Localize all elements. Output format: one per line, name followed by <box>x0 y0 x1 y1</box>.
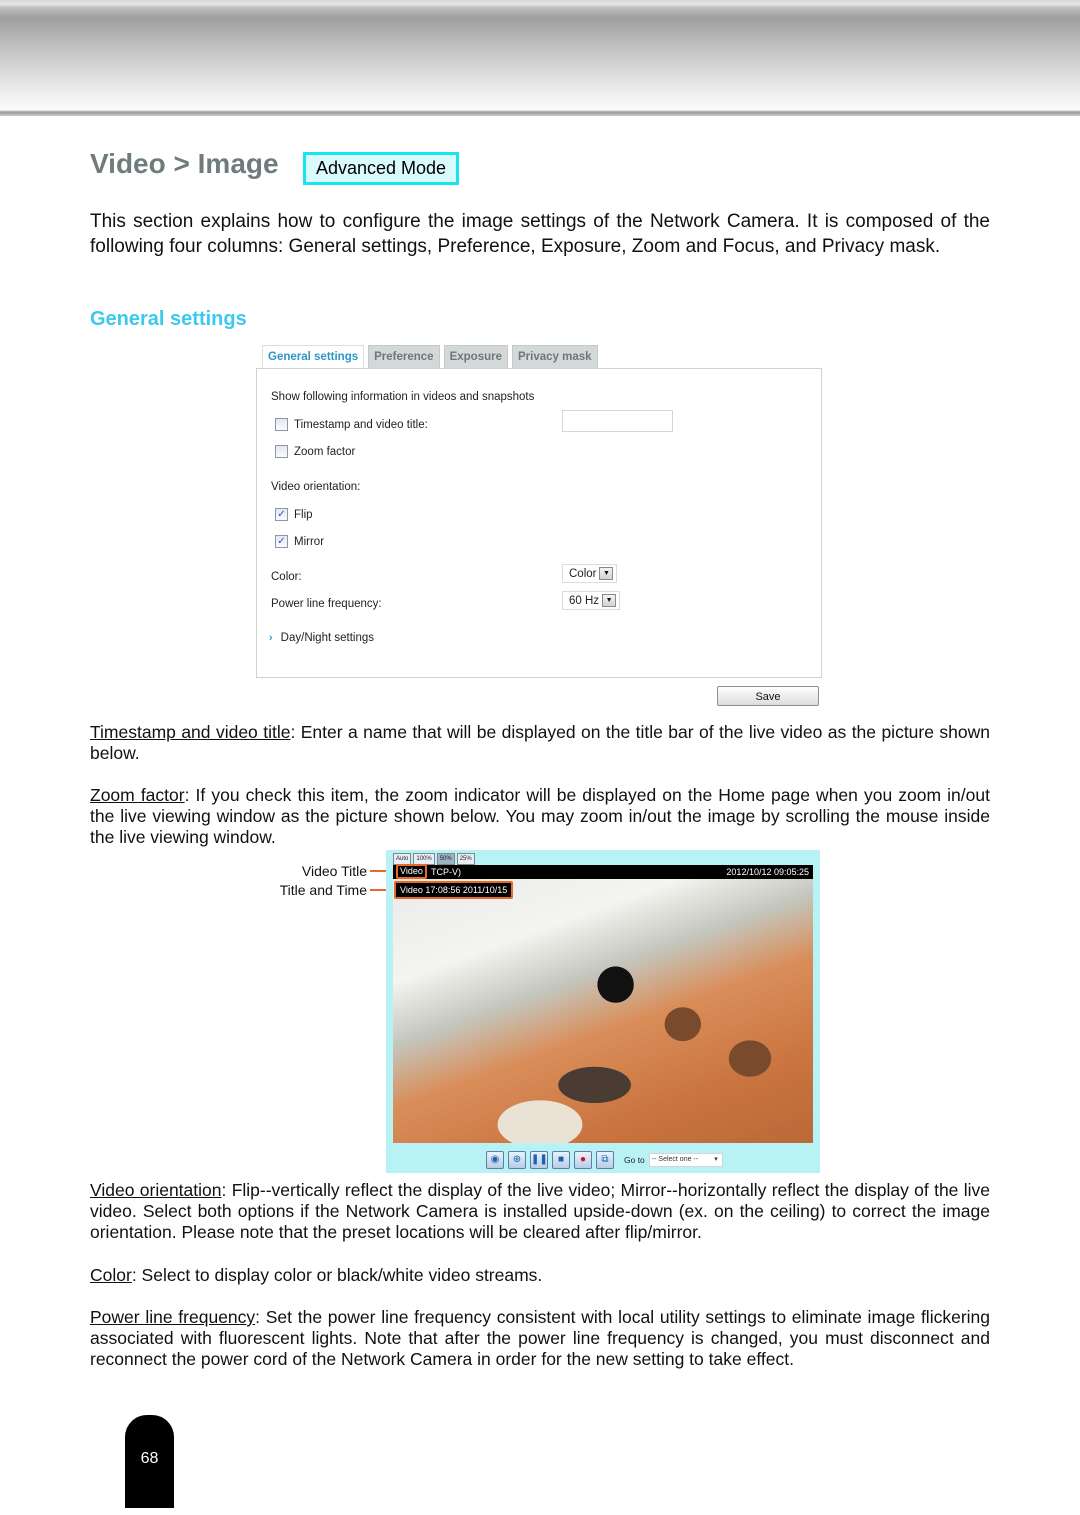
goto-label: Go to <box>624 1155 645 1165</box>
color-select[interactable]: Color ▼ <box>562 564 618 583</box>
stop-icon[interactable]: ■ <box>552 1151 570 1169</box>
tab-exposure[interactable]: Exposure <box>443 345 509 368</box>
video-title-bar: Video TCP-V) 2012/10/12 09:05:25 <box>393 864 813 879</box>
powerline-description: Power line frequency: Set the power line… <box>90 1307 990 1369</box>
general-settings-panel: Show following information in videos and… <box>256 368 822 678</box>
orientation-label: Video orientation: <box>271 481 361 493</box>
orientation-description: Video orientation: Flip--vertically refl… <box>90 1180 990 1242</box>
zoom-25-button[interactable]: 25% <box>456 853 475 865</box>
powerline-label: Power line frequency: <box>271 598 382 610</box>
record-icon[interactable]: ● <box>574 1151 592 1169</box>
settings-tabs: General settings Preference Exposure Pri… <box>262 345 598 370</box>
callout-title-time: Title and Time <box>280 882 390 898</box>
intro-paragraph: This section explains how to configure t… <box>90 211 990 257</box>
video-title: Video <box>396 864 427 879</box>
flip-label: Flip <box>294 508 313 521</box>
zoom-factor-option: Zoom factor <box>275 445 355 458</box>
protocol-label: TCP-V) <box>431 867 461 877</box>
powerline-select[interactable]: 60 Hz ▼ <box>562 591 621 610</box>
page-number: 68 <box>125 1415 174 1508</box>
title-time-overlay: Video 17:08:56 2011/10/15 <box>394 881 514 899</box>
tab-privacy-mask[interactable]: Privacy mask <box>512 345 598 368</box>
zoom-50-button[interactable]: 50% <box>436 853 455 865</box>
flip-checkbox[interactable]: ✓ <box>275 508 288 521</box>
chevron-down-icon: ▼ <box>602 594 617 607</box>
page-title: Video > Image <box>90 148 279 179</box>
color-label: Color: <box>271 571 302 583</box>
page-header-band <box>0 0 1080 116</box>
zoom-factor-checkbox[interactable] <box>275 445 288 458</box>
digital-zoom-icon[interactable]: ⊕ <box>508 1151 526 1169</box>
timestamp-option: Timestamp and video title: <box>275 418 428 431</box>
timestamp-label: Timestamp and video title: <box>294 418 428 431</box>
zoom-factor-label: Zoom factor <box>294 445 356 458</box>
tab-preference[interactable]: Preference <box>368 345 440 368</box>
flip-option: ✓ Flip <box>275 508 313 521</box>
mirror-option: ✓ Mirror <box>275 535 324 548</box>
daynight-settings-link[interactable]: › Day/Night settings <box>269 632 374 644</box>
live-video-image[interactable] <box>393 879 813 1143</box>
callout-video-title: Video Title <box>302 863 390 879</box>
section-heading: General settings <box>90 308 247 330</box>
datetime-label: 2012/10/12 09:05:25 <box>726 867 809 877</box>
advanced-mode-badge: Advanced Mode <box>303 152 459 185</box>
mirror-label: Mirror <box>294 535 325 548</box>
chevron-down-icon: ▼ <box>599 567 614 580</box>
color-description: Color: Select to display color or black/… <box>90 1265 543 1285</box>
zoom-description: Zoom factor: If you check this item, the… <box>90 785 990 847</box>
live-view-window: Auto 100% 50% 25% Video TCP-V) 2012/10/1… <box>386 850 820 1173</box>
show-info-label: Show following information in videos and… <box>271 391 535 403</box>
fullscreen-icon[interactable]: ⧉ <box>596 1151 614 1169</box>
chevron-right-icon: › <box>269 632 273 644</box>
chevron-down-icon: ▾ <box>714 1156 718 1163</box>
timestamp-checkbox[interactable] <box>275 418 288 431</box>
snapshot-icon[interactable]: ◉ <box>486 1151 504 1169</box>
save-button[interactable]: Save <box>717 686 819 706</box>
mirror-checkbox[interactable]: ✓ <box>275 535 288 548</box>
timestamp-description: Timestamp and video title: Enter a name … <box>90 722 990 763</box>
video-control-bar: ◉ ⊕ ❚❚ ■ ● ⧉ Go to -- Select one -- ▾ <box>486 1151 723 1169</box>
video-title-input[interactable] <box>562 410 673 432</box>
preset-select[interactable]: -- Select one -- ▾ <box>648 1153 723 1167</box>
tab-general-settings[interactable]: General settings <box>262 345 365 370</box>
pause-icon[interactable]: ❚❚ <box>530 1151 548 1169</box>
